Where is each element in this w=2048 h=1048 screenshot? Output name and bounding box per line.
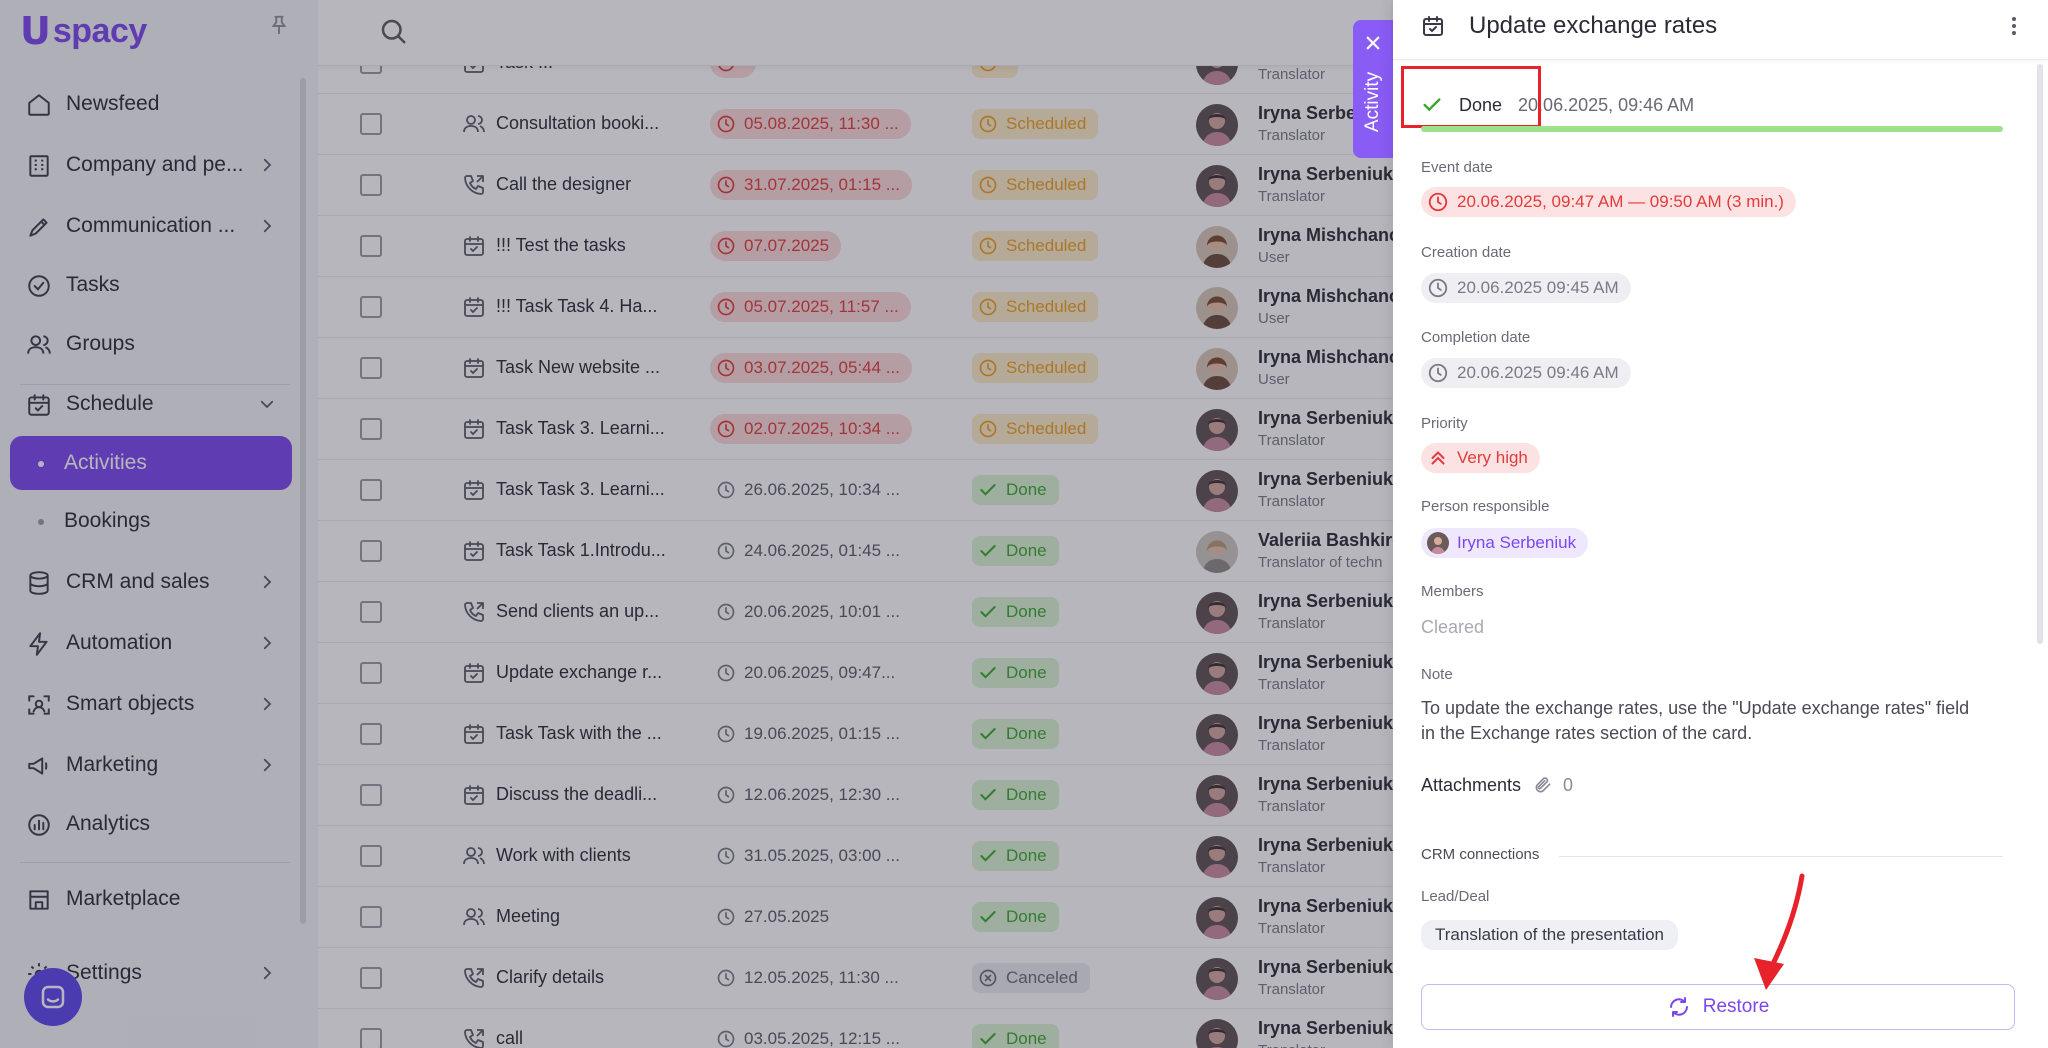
attachments-label: Attachments [1421,774,1522,795]
completion-date-label: Completion date [1421,329,1531,346]
person-responsible-pill[interactable]: Iryna Serbeniuk [1421,528,1589,558]
lead-deal-label: Lead/Deal [1421,888,1490,905]
lead-deal-value: Translation of the presentation [1435,925,1665,944]
completion-date-value: 20.06.2025 09:46 AM [1457,363,1619,382]
paperclip-icon [1533,775,1553,795]
drawer-title: Update exchange rates [1469,12,1718,39]
event-date-label: Event date [1421,159,1493,176]
red-arrow-annotation [1754,873,1805,990]
calendar-check-icon [1421,14,1445,38]
members-label: Members [1421,583,1484,600]
event-date-pill[interactable]: 20.06.2025, 09:47 AM — 09:50 AM (3 min.) [1421,187,1796,217]
restore-button[interactable]: Restore [1421,984,2015,1030]
refresh-icon [1667,995,1691,1019]
close-icon[interactable] [1364,34,1382,52]
drawer-scrollbar[interactable] [2037,64,2043,644]
priority-pill[interactable]: Very high [1421,443,1540,473]
double-chevron-up-icon [1427,447,1449,469]
more-vertical-icon[interactable] [2008,14,2020,38]
note-text: To update the exchange rates, use the "U… [1421,698,1970,743]
progress-fill [1421,126,2003,132]
drawer-header: Update exchange rates [1393,0,2048,60]
attachments-count: 0 [1563,774,1574,795]
priority-value: Very high [1457,448,1528,467]
creation-date-label: Creation date [1421,244,1512,261]
activity-details-drawer: Update exchange rates Done 20.06.2025, 0… [1393,0,2048,1048]
attachments-row[interactable]: Attachments 0 [1421,772,1573,798]
status-date: 20.06.2025, 09:46 AM [1518,94,1695,115]
members-value[interactable]: Cleared [1421,617,1484,638]
activity-side-tab[interactable]: Activity [1353,20,1393,158]
creation-date-value: 20.06.2025 09:45 AM [1457,278,1619,297]
lead-deal-chip[interactable]: Translation of the presentation [1421,920,1679,950]
event-date-value: 20.06.2025, 09:47 AM — 09:50 AM (3 min.) [1457,192,1784,211]
restore-label: Restore [1702,996,1770,1017]
note-label: Note [1421,666,1453,683]
priority-label: Priority [1421,415,1468,432]
avatar [1427,532,1449,554]
person-responsible-label: Person responsible [1421,498,1550,515]
person-responsible-value: Iryna Serbeniuk [1457,533,1577,552]
modal-backdrop[interactable] [0,0,1393,1048]
highlight-box [1401,66,1541,128]
clock-icon [1427,362,1449,384]
creation-date-pill: 20.06.2025 09:45 AM [1421,273,1631,303]
activity-tab-label: Activity [1362,71,1383,133]
completion-date-pill: 20.06.2025 09:46 AM [1421,358,1631,388]
clock-icon [1427,191,1449,213]
crm-connections-heading: CRM connections [1421,846,1540,863]
clock-icon [1427,277,1449,299]
status-progress-bar [1421,126,2003,132]
crm-divider [1559,856,2003,857]
